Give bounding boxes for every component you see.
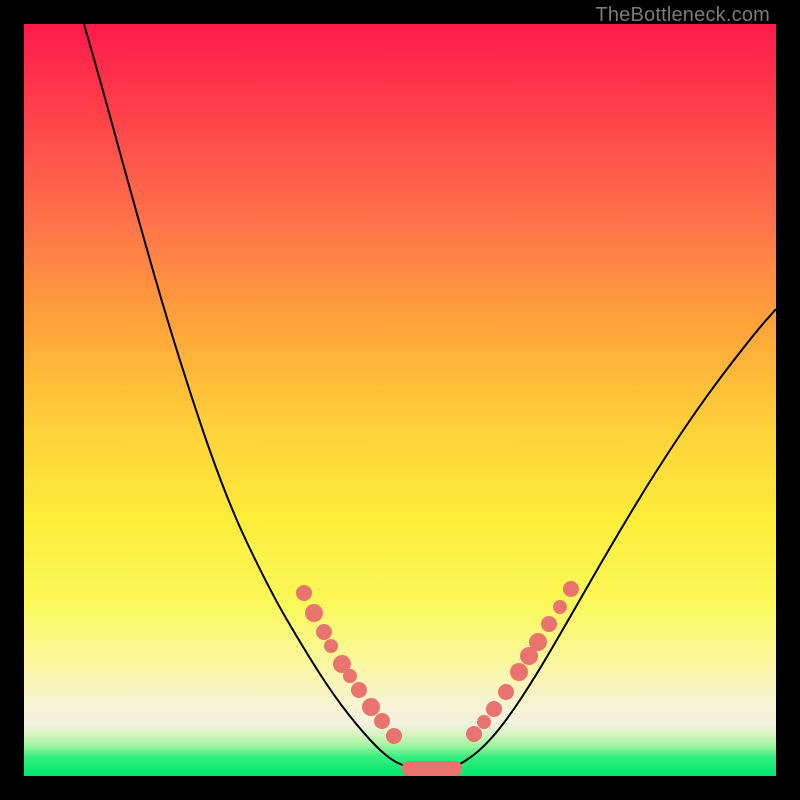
- left-branch-markers: [296, 585, 402, 744]
- v-curve: [84, 24, 776, 770]
- trough-marker: [402, 761, 462, 776]
- chart-svg: [24, 24, 776, 776]
- data-marker: [305, 604, 323, 622]
- data-marker: [386, 728, 402, 744]
- trough-pill: [402, 761, 462, 776]
- data-marker: [529, 633, 547, 651]
- data-marker: [362, 698, 380, 716]
- data-marker: [296, 585, 312, 601]
- data-marker: [563, 581, 579, 597]
- data-marker: [541, 616, 557, 632]
- chart-frame: [24, 24, 776, 776]
- data-marker: [374, 713, 390, 729]
- data-marker: [486, 701, 502, 717]
- data-marker: [510, 663, 528, 681]
- data-marker: [553, 600, 567, 614]
- data-marker: [498, 684, 514, 700]
- data-marker: [316, 624, 332, 640]
- data-marker: [351, 682, 367, 698]
- data-marker: [466, 726, 482, 742]
- data-marker: [324, 639, 338, 653]
- data-marker: [343, 669, 357, 683]
- data-marker: [477, 715, 491, 729]
- right-branch-markers: [466, 581, 579, 742]
- watermark-text: TheBottleneck.com: [595, 4, 770, 27]
